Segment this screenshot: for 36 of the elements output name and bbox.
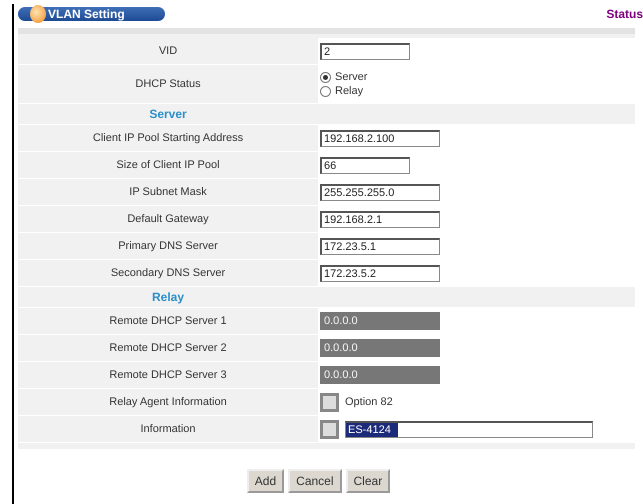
disabled-field: 0.0.0.0 xyxy=(320,339,440,357)
text-field[interactable]: 255.255.255.0 xyxy=(320,184,440,200)
section-heading: Server xyxy=(148,107,188,121)
field-label: Client IP Pool Starting Address xyxy=(92,132,244,144)
text-field[interactable]: 172.23.5.1 xyxy=(320,238,440,254)
field-label: Relay Agent Information xyxy=(108,396,228,408)
disabled-field: 0.0.0.0 xyxy=(320,366,440,384)
form-button[interactable]: Cancel xyxy=(288,469,342,493)
section-heading: Relay xyxy=(150,290,186,304)
text-field[interactable]: 192.168.2.1 xyxy=(320,210,440,228)
field-label: Remote DHCP Server 2 xyxy=(108,342,228,354)
field-label: Information xyxy=(139,423,197,435)
form-button[interactable]: Clear xyxy=(346,469,390,493)
radio-option[interactable]: Server xyxy=(320,71,368,83)
text-field[interactable]: 66 xyxy=(320,156,410,174)
field-label: VID xyxy=(158,45,178,57)
checkbox[interactable] xyxy=(320,392,339,412)
field-label: Size of Client IP Pool xyxy=(115,159,221,171)
checkbox[interactable] xyxy=(320,420,339,438)
field-label: Default Gateway xyxy=(126,213,210,225)
form-button[interactable]: Add xyxy=(246,469,284,493)
field-label: IP Subnet Mask xyxy=(128,186,208,198)
text-field[interactable]: 192.168.2.100 xyxy=(320,130,440,146)
field-label: DHCP Status xyxy=(134,78,202,90)
text-field[interactable]: 172.23.5.2 xyxy=(320,264,440,282)
section-title: VLAN Setting xyxy=(18,7,165,21)
field-label: Remote DHCP Server 3 xyxy=(108,369,228,381)
field-label: Secondary DNS Server xyxy=(110,267,226,279)
status-link[interactable]: Status xyxy=(606,7,643,21)
field-label: Primary DNS Server xyxy=(117,240,219,252)
checkbox-label: Option 82 xyxy=(345,396,393,408)
disabled-field: 0.0.0.0 xyxy=(320,312,440,330)
field-label: Remote DHCP Server 1 xyxy=(108,315,228,327)
text-field[interactable]: 2 xyxy=(320,42,410,60)
radio-option[interactable]: Relay xyxy=(320,85,368,97)
text-field[interactable]: ES-4124 xyxy=(345,420,593,438)
